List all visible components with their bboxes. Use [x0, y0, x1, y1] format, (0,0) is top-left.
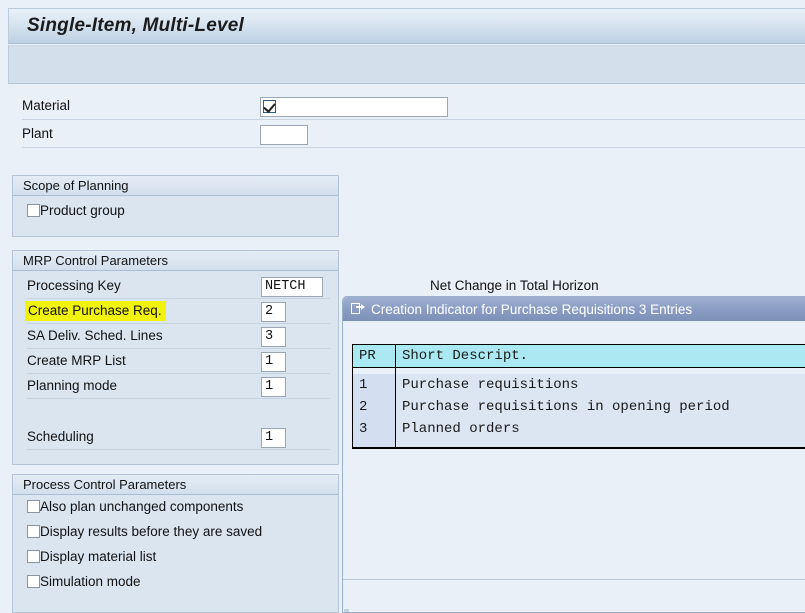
simulation-mode-label: Simulation mode	[40, 574, 141, 589]
table-header-row: PR Short Descript.	[353, 345, 805, 368]
table-row[interactable]: 1 Purchase requisitions	[353, 374, 805, 396]
field-underline	[27, 348, 330, 349]
also-plan-unchanged-components-label: Also plan unchanged components	[40, 499, 244, 514]
group-body-scope-of-planning: Product group	[13, 196, 338, 227]
column-header-pr[interactable]: PR	[353, 345, 396, 368]
param-row-planning-mode: Planning mode 1	[13, 375, 338, 400]
param-row-processing-key: Processing Key NETCH	[13, 275, 338, 300]
checkbox-cursor-icon	[263, 100, 276, 113]
scheduling-input[interactable]: 1	[261, 428, 286, 448]
table-row[interactable]: 2 Purchase requisitions in opening perio…	[353, 396, 805, 418]
param-row-sa-deliv-sched-lines: SA Deliv. Sched. Lines 3	[13, 325, 338, 350]
field-underline	[27, 323, 330, 324]
table-row[interactable]: 3 Planned orders	[353, 418, 805, 440]
header-form: Material Plant	[0, 95, 805, 149]
form-row-plant: Plant	[0, 123, 805, 149]
checkbox-row-also-plan-unchanged-components[interactable]: Also plan unchanged components	[13, 498, 338, 523]
dialog-title-bar[interactable]: Creation Indicator for Purchase Requisit…	[343, 297, 805, 321]
creation-indicator-table: PR Short Descript. 1 Purchase requisitio…	[352, 344, 805, 449]
plant-input[interactable]	[260, 125, 308, 145]
column-header-short-descript[interactable]: Short Descript.	[395, 345, 805, 368]
planning-mode-label: Planning mode	[27, 378, 118, 393]
planning-mode-input[interactable]: 1	[261, 377, 286, 397]
display-results-before-saved-checkbox[interactable]	[27, 525, 40, 538]
create-purchase-req-input[interactable]: 2	[261, 302, 286, 322]
simulation-mode-checkbox[interactable]	[27, 575, 40, 588]
field-underline	[22, 147, 805, 148]
create-mrp-list-input[interactable]: 1	[261, 352, 286, 372]
processing-key-description: Net Change in Total Horizon	[430, 278, 599, 293]
create-mrp-list-label: Create MRP List	[27, 353, 126, 368]
scheduling-label: Scheduling	[27, 429, 94, 444]
toolbar	[8, 45, 805, 84]
field-underline	[27, 298, 330, 299]
group-scope-of-planning: Scope of Planning Product group	[12, 175, 339, 237]
cell-short-descript[interactable]: Purchase requisitions in opening period	[395, 396, 805, 418]
group-header-mrp-control-parameters: MRP Control Parameters	[13, 251, 338, 271]
display-material-list-label: Display material list	[40, 549, 157, 564]
checkbox-row-display-material-list[interactable]: Display material list	[13, 548, 338, 573]
param-row-create-mrp-list: Create MRP List 1	[13, 350, 338, 375]
sa-deliv-sched-lines-label: SA Deliv. Sched. Lines	[27, 328, 163, 343]
param-row-create-purchase-req: Create Purchase Req. 2	[13, 300, 338, 325]
group-header-scope-of-planning: Scope of Planning	[13, 176, 338, 196]
highlight-marker: Create Purchase Req.	[27, 303, 164, 319]
dialog-title: Creation Indicator for Purchase Requisit…	[371, 301, 693, 317]
field-underline	[27, 449, 330, 450]
material-input[interactable]	[260, 97, 448, 117]
field-underline	[27, 373, 330, 374]
cell-short-descript[interactable]: Purchase requisitions	[395, 374, 805, 396]
processing-key-input[interactable]: NETCH	[261, 277, 323, 297]
cell-pr[interactable]: 3	[353, 418, 396, 440]
dialog-resize-grip[interactable]	[344, 609, 349, 612]
sap-screen: Single-Item, Multi-Level Material Plant …	[0, 0, 805, 613]
dialog-separator	[343, 579, 805, 580]
create-purchase-req-label: Create Purchase Req.	[27, 303, 164, 319]
group-header-process-control-parameters: Process Control Parameters	[13, 475, 338, 495]
dialog-body: PR Short Descript. 1 Purchase requisitio…	[343, 321, 805, 612]
group-process-control-parameters: Process Control Parameters Also plan unc…	[12, 474, 339, 613]
group-body-mrp-control-parameters: Processing Key NETCH Create Purchase Req…	[13, 275, 338, 451]
checkbox-row-simulation-mode[interactable]: Simulation mode	[13, 573, 338, 598]
field-underline	[27, 398, 330, 399]
page-title: Single-Item, Multi-Level	[27, 15, 244, 36]
creation-indicator-dialog: Creation Indicator for Purchase Requisit…	[342, 296, 805, 613]
field-underline	[22, 119, 805, 120]
cell-pr[interactable]: 1	[353, 374, 396, 396]
sa-deliv-sched-lines-input[interactable]: 3	[261, 327, 286, 347]
processing-key-label: Processing Key	[27, 278, 121, 293]
checkbox-row-display-results-before-saved[interactable]: Display results before they are saved	[13, 523, 338, 548]
group-mrp-control-parameters: MRP Control Parameters Processing Key NE…	[12, 250, 339, 465]
plant-label: Plant	[22, 126, 53, 141]
form-row-material: Material	[0, 95, 805, 121]
also-plan-unchanged-components-checkbox[interactable]	[27, 500, 40, 513]
export-window-icon	[351, 303, 365, 315]
window-title-bar: Single-Item, Multi-Level	[8, 8, 805, 44]
display-results-before-saved-label: Display results before they are saved	[40, 524, 263, 539]
display-material-list-checkbox[interactable]	[27, 550, 40, 563]
material-label: Material	[22, 98, 71, 113]
cell-pr[interactable]: 2	[353, 396, 396, 418]
checkbox-row-product-group[interactable]: Product group	[13, 196, 338, 227]
product-group-label: Product group	[40, 203, 125, 218]
table-trailing-row	[353, 440, 805, 448]
param-row-scheduling: Scheduling 1	[13, 426, 338, 451]
group-body-process-control-parameters: Also plan unchanged components Display r…	[13, 495, 338, 598]
cell-short-descript[interactable]: Planned orders	[395, 418, 805, 440]
product-group-checkbox[interactable]	[27, 204, 40, 217]
